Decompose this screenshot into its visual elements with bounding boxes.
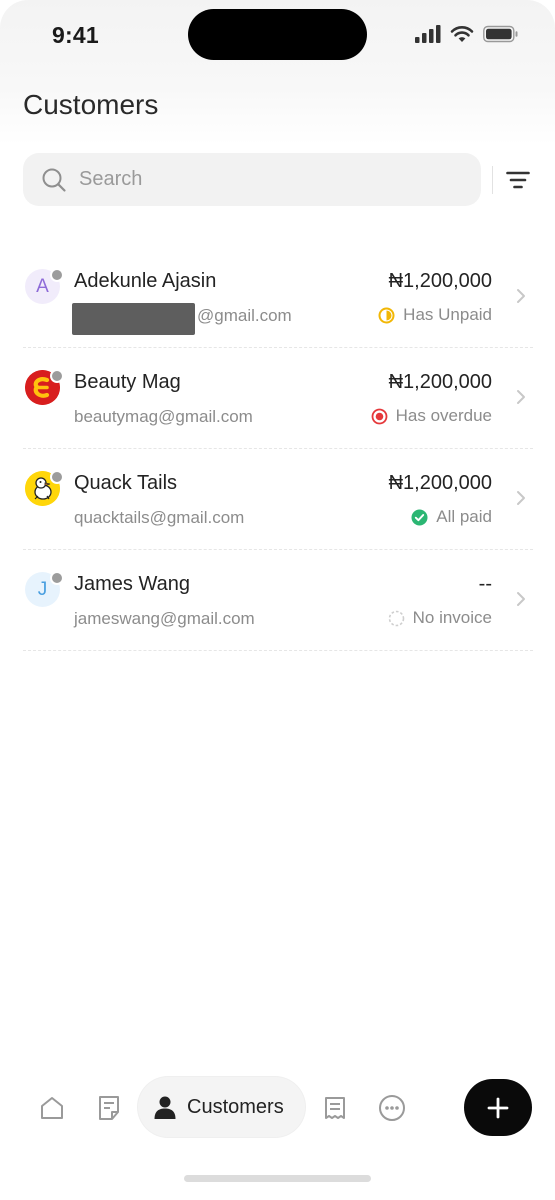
chevron-right-icon: [517, 592, 525, 606]
customer-name: Adekunle Ajasin: [74, 270, 217, 292]
home-icon: [41, 1097, 63, 1119]
customer-row[interactable]: A Adekunle Ajasin @gmail.com ₦1,200,000 …: [23, 247, 533, 348]
customer-name: Quack Tails: [74, 472, 178, 494]
status-label: Has overdue: [395, 406, 492, 425]
invoice-icon: [99, 1096, 119, 1120]
overdue-dot-icon: [371, 408, 388, 424]
customer-name: Beauty Mag: [74, 371, 181, 393]
customer-amount: ₦1,200,000: [388, 270, 492, 292]
person-badge-icon: [50, 268, 64, 282]
customer-list: A Adekunle Ajasin @gmail.com ₦1,200,000 …: [23, 247, 533, 651]
dashed-circle-icon: [388, 610, 404, 626]
customer-email: quacktails@gmail.com: [74, 508, 245, 527]
check-circle-icon: [411, 509, 428, 525]
nav-receipts[interactable]: [320, 1093, 350, 1123]
customer-name: James Wang: [74, 573, 190, 595]
signal-icon: [415, 25, 441, 43]
status-badge: Has overdue: [371, 406, 492, 426]
nav-customers[interactable]: Customers: [138, 1077, 305, 1137]
home-indicator: [184, 1175, 371, 1182]
receipt-icon: [325, 1097, 345, 1119]
customer-row[interactable]: Beauty Mag beautymag@gmail.com ₦1,200,00…: [23, 348, 533, 449]
plus-icon: [487, 1097, 509, 1118]
search-divider: [492, 166, 493, 194]
search-icon: [42, 168, 66, 192]
search-bar[interactable]: [23, 153, 481, 206]
battery-icon: [483, 25, 518, 43]
half-circle-icon: [378, 307, 395, 323]
avatar-initial: A: [36, 275, 49, 297]
status-label: No invoice: [412, 608, 492, 627]
status-time: 9:41: [52, 22, 99, 48]
status-label: Has Unpaid: [403, 305, 492, 324]
customer-amount: ₦1,200,000: [388, 371, 492, 393]
customer-amount: --: [478, 573, 492, 595]
status-badge: Has Unpaid: [378, 305, 492, 325]
wifi-icon: [450, 26, 474, 42]
chevron-right-icon: [517, 491, 525, 505]
customers-icon: [154, 1096, 176, 1119]
avatar-initial: J: [37, 578, 48, 600]
filter-button[interactable]: [503, 167, 533, 193]
customer-email: beautymag@gmail.com: [74, 407, 253, 426]
status-icons: [415, 25, 519, 43]
nav-more[interactable]: [377, 1093, 407, 1123]
customer-row[interactable]: J James Wang jameswang@gmail.com -- No i…: [23, 550, 533, 651]
add-customer-button[interactable]: [464, 1079, 532, 1136]
status-bar: 9:41: [0, 0, 555, 70]
person-badge-icon: [50, 571, 64, 585]
filter-icon: [506, 171, 530, 189]
bottom-nav: Customers: [23, 1077, 533, 1139]
nav-customers-label: Customers: [187, 1095, 284, 1118]
customer-row[interactable]: Quack Tails quacktails@gmail.com ₦1,200,…: [23, 449, 533, 550]
company-badge-icon: [50, 470, 64, 484]
chevron-right-icon: [517, 390, 525, 404]
customer-email: @gmail.com: [197, 306, 292, 325]
status-badge: No invoice: [388, 608, 492, 628]
status-badge: All paid: [411, 507, 492, 527]
redacted-email: [72, 303, 195, 335]
more-icon: [379, 1095, 405, 1121]
nav-home[interactable]: [37, 1093, 67, 1123]
status-label: All paid: [436, 507, 492, 526]
company-badge-icon: [50, 369, 64, 383]
chevron-right-icon: [517, 289, 525, 303]
customer-amount: ₦1,200,000: [388, 472, 492, 494]
nav-invoices[interactable]: [94, 1093, 124, 1123]
search-input[interactable]: [79, 168, 439, 191]
customer-email: jameswang@gmail.com: [74, 609, 255, 628]
page-title: Customers: [23, 89, 159, 120]
dynamic-island: [188, 9, 367, 60]
